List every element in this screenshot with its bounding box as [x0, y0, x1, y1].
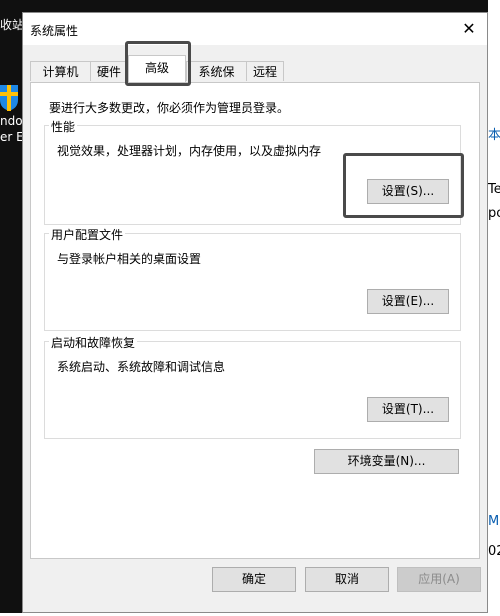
tab-computer-name[interactable]: 计算机名	[30, 61, 91, 99]
tab-system-protection[interactable]: 系统保护	[186, 61, 247, 99]
startup-recovery-group-title: 启动和故障恢复	[49, 334, 138, 351]
dialog-titlebar[interactable]: 系统属性 ✕	[23, 13, 487, 45]
startup-recovery-group-desc: 系统启动、系统故障和调试信息	[57, 360, 226, 374]
background-window-text: 本	[488, 128, 500, 143]
user-profiles-group-desc: 与登录帐户相关的桌面设置	[57, 252, 202, 266]
performance-group-desc: 视觉效果，处理器计划，内存使用，以及虚拟内存	[57, 144, 322, 158]
windows-security-shield-icon[interactable]	[0, 82, 22, 112]
startup-recovery-settings-button[interactable]: 设置(T)...	[367, 397, 449, 422]
dialog-title: 系统属性	[30, 24, 79, 38]
advanced-tab-panel: 要进行大多数更改，你必须作为管理员登录。 性能 视觉效果，处理器计划，内存使用，…	[30, 82, 480, 559]
admin-notice: 要进行大多数更改，你必须作为管理员登录。	[49, 101, 290, 115]
user-profiles-group-title: 用户配置文件	[49, 226, 126, 243]
cancel-button[interactable]: 取消	[305, 567, 389, 592]
tab-hardware[interactable]: 硬件	[90, 61, 128, 81]
user-profiles-group: 用户配置文件 与登录帐户相关的桌面设置 设置(E)...	[44, 226, 461, 331]
system-properties-dialog: 系统属性 ✕ 计算机名 硬件 高级 系统保护 远程 要进行大多数更改，你必须作为…	[22, 12, 488, 613]
advanced-tab-highlight	[125, 41, 191, 86]
background-window-text: 02	[488, 544, 500, 559]
apply-button[interactable]: 应用(A)	[397, 567, 481, 592]
desktop-icon-label-recycle[interactable]: 收站	[0, 16, 24, 33]
user-profiles-settings-button[interactable]: 设置(E)...	[367, 289, 449, 314]
performance-settings-highlight	[343, 153, 464, 218]
background-window-text: M	[488, 514, 500, 529]
background-window: 本 Te po M 02	[488, 0, 500, 613]
ok-button[interactable]: 确定	[212, 567, 296, 592]
performance-group-title: 性能	[49, 118, 78, 135]
environment-variables-button[interactable]: 环境变量(N)...	[314, 449, 459, 474]
tab-remote[interactable]: 远程	[246, 61, 284, 81]
close-icon[interactable]: ✕	[459, 19, 479, 39]
background-window-text: po	[488, 206, 500, 221]
startup-recovery-group: 启动和故障恢复 系统启动、系统故障和调试信息 设置(T)...	[44, 334, 461, 439]
background-window-text: Te	[488, 182, 500, 197]
